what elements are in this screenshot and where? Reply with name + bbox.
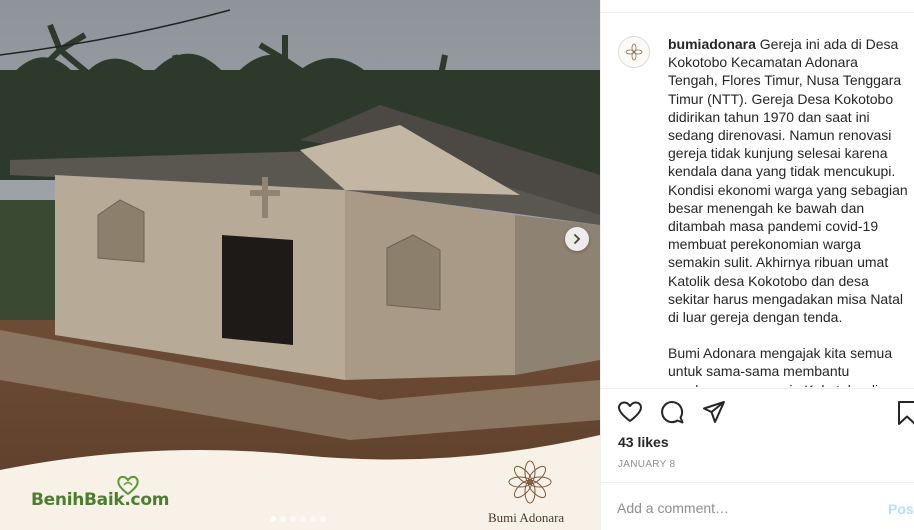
caption-paragraph: bumiadonara Gereja ini ada di Desa Kokot… bbox=[668, 35, 911, 326]
carousel-dot bbox=[280, 516, 286, 522]
post-date[interactable]: JANUARY 8 bbox=[618, 459, 675, 470]
heart-leaf-logo-icon bbox=[117, 475, 139, 496]
post-image[interactable]: BenihBaik.com Bumi Adonara bbox=[0, 0, 600, 530]
comment-icon[interactable] bbox=[659, 399, 685, 425]
church-photo bbox=[0, 0, 600, 530]
bumi-adonara-avatar-icon bbox=[625, 43, 643, 61]
carousel-dot bbox=[270, 516, 276, 522]
post-comment-button[interactable]: Post bbox=[888, 501, 914, 517]
username-link[interactable]: bumiadonara bbox=[668, 36, 756, 52]
header-divider bbox=[601, 12, 914, 13]
carousel-next-button[interactable] bbox=[565, 227, 589, 251]
carousel-dot bbox=[310, 516, 316, 522]
carousel-indicator bbox=[270, 516, 326, 522]
post-side-panel: bumiadonara Gereja ini ada di Desa Kokot… bbox=[600, 0, 914, 530]
heart-icon[interactable] bbox=[617, 399, 643, 425]
benihbaik-logo: BenihBaik.com bbox=[31, 475, 169, 510]
caption-text: Gereja ini ada di Desa Kokotobo Kecamata… bbox=[668, 36, 908, 326]
comment-input[interactable] bbox=[617, 500, 867, 516]
action-bar bbox=[617, 399, 727, 425]
likes-count[interactable]: 43 likes bbox=[618, 434, 669, 450]
bumi-adonara-logo-text: Bumi Adonara bbox=[488, 510, 565, 525]
actions-divider bbox=[601, 388, 914, 389]
caption-paragraph: Bumi Adonara mengajak kita semua untuk s… bbox=[668, 345, 893, 387]
bumi-adonara-flower-logo-icon bbox=[508, 460, 552, 504]
post-caption: bumiadonara Gereja ini ada di Desa Kokot… bbox=[668, 35, 911, 387]
carousel-dot bbox=[320, 516, 326, 522]
avatar[interactable] bbox=[618, 36, 650, 68]
paper-plane-icon[interactable] bbox=[701, 399, 727, 425]
chevron-right-icon bbox=[574, 234, 581, 244]
benihbaik-text: BenihBaik bbox=[31, 490, 125, 510]
carousel-dot bbox=[290, 516, 296, 522]
comment-divider bbox=[601, 482, 914, 483]
carousel-dot bbox=[300, 516, 306, 522]
bookmark-icon[interactable] bbox=[897, 400, 914, 426]
